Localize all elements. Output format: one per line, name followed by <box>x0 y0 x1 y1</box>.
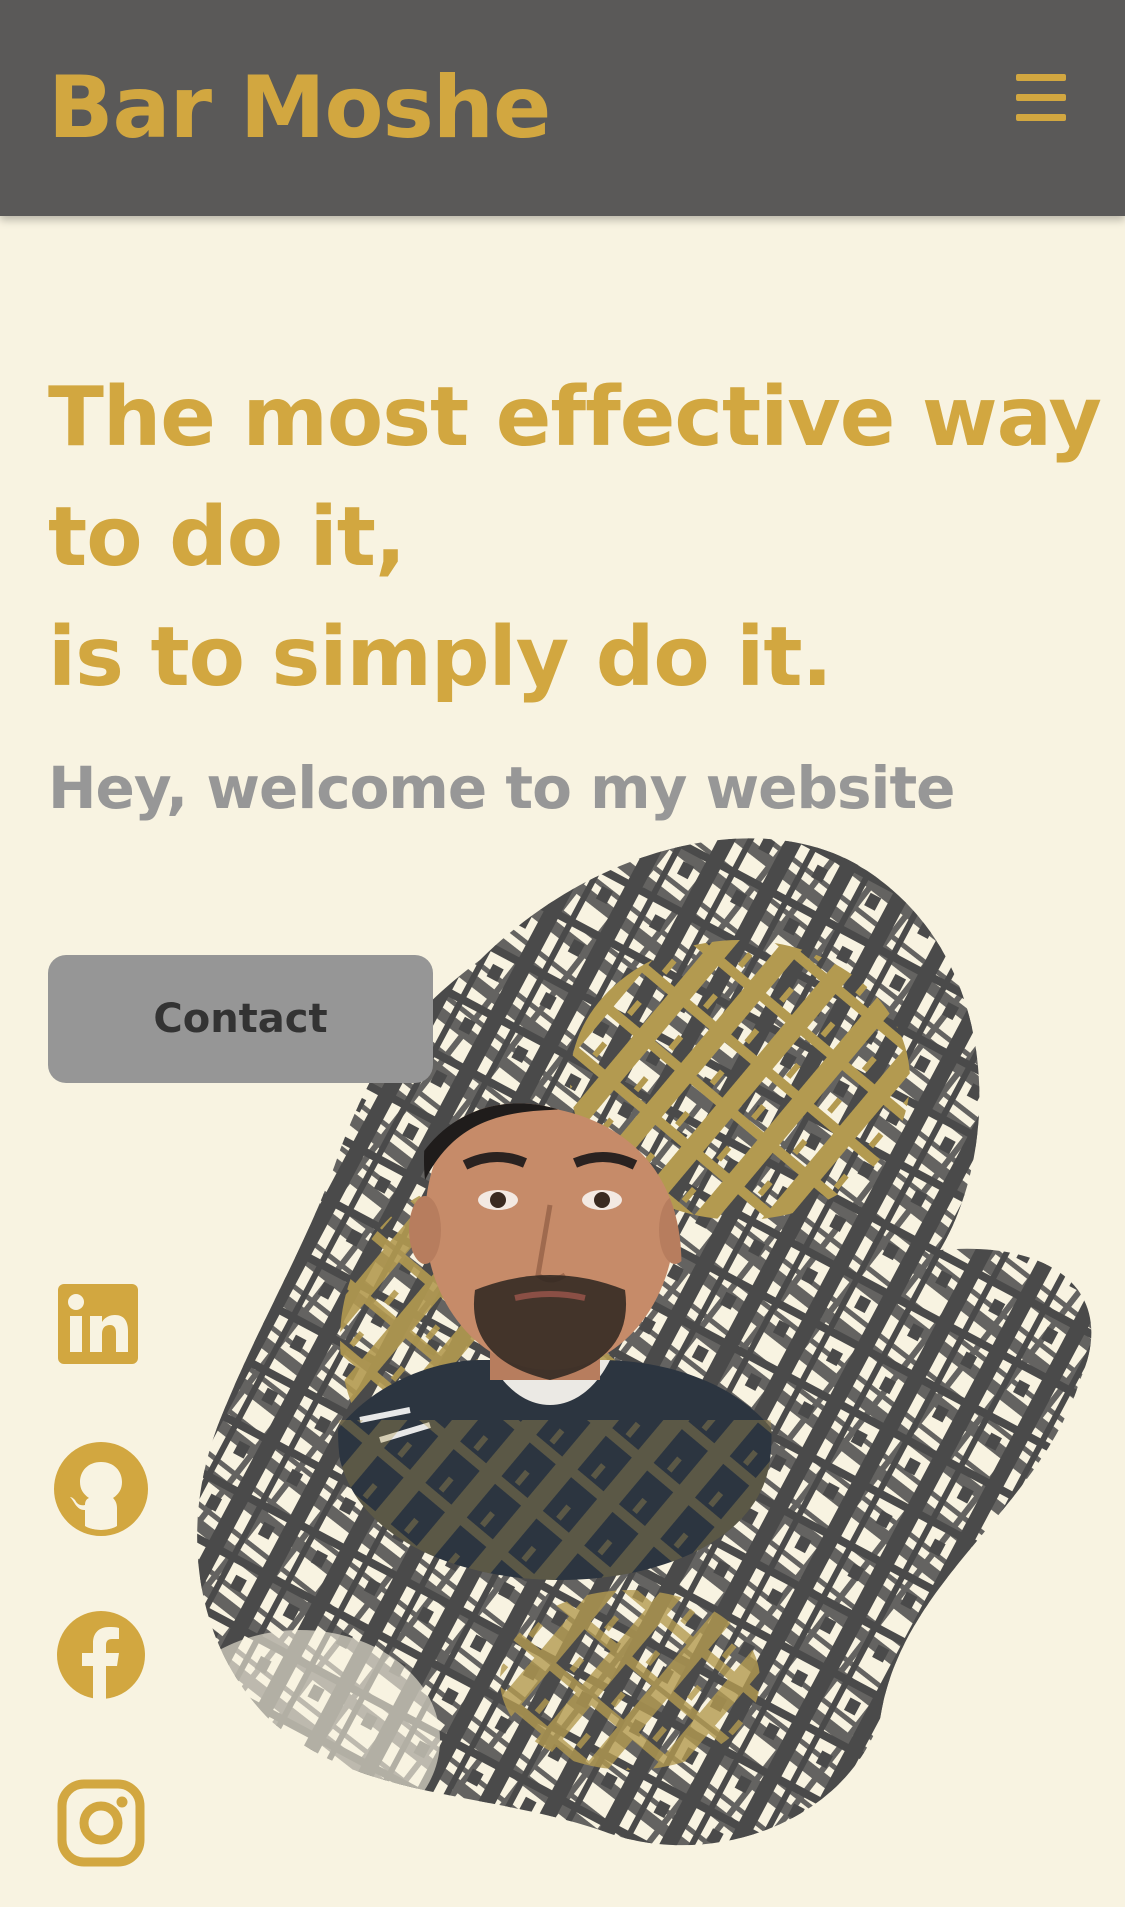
menu-line <box>1016 94 1066 101</box>
linkedin-link[interactable] <box>54 1280 148 1374</box>
menu-line <box>1016 74 1066 81</box>
instagram-link[interactable] <box>54 1776 148 1870</box>
instagram-icon <box>57 1779 145 1867</box>
hero-title: The most effective way to do it, is to s… <box>48 358 1102 718</box>
hero-title-line: to do it, <box>48 490 406 585</box>
hero-subtitle: Hey, welcome to my website <box>48 754 956 822</box>
linkedin-icon <box>58 1284 138 1364</box>
site-brand[interactable]: Bar Moshe <box>48 58 551 158</box>
menu-line <box>1016 114 1066 121</box>
contact-button[interactable]: Contact <box>48 955 433 1083</box>
github-link[interactable] <box>54 1442 148 1536</box>
github-icon <box>54 1442 148 1536</box>
top-bar: Bar Moshe <box>0 0 1125 216</box>
hero-title-line: is to simply do it. <box>48 610 833 705</box>
hamburger-menu-icon[interactable] <box>1010 74 1072 124</box>
facebook-link[interactable] <box>54 1608 148 1702</box>
facebook-icon <box>57 1611 145 1699</box>
hero-title-line: The most effective way <box>48 370 1102 465</box>
